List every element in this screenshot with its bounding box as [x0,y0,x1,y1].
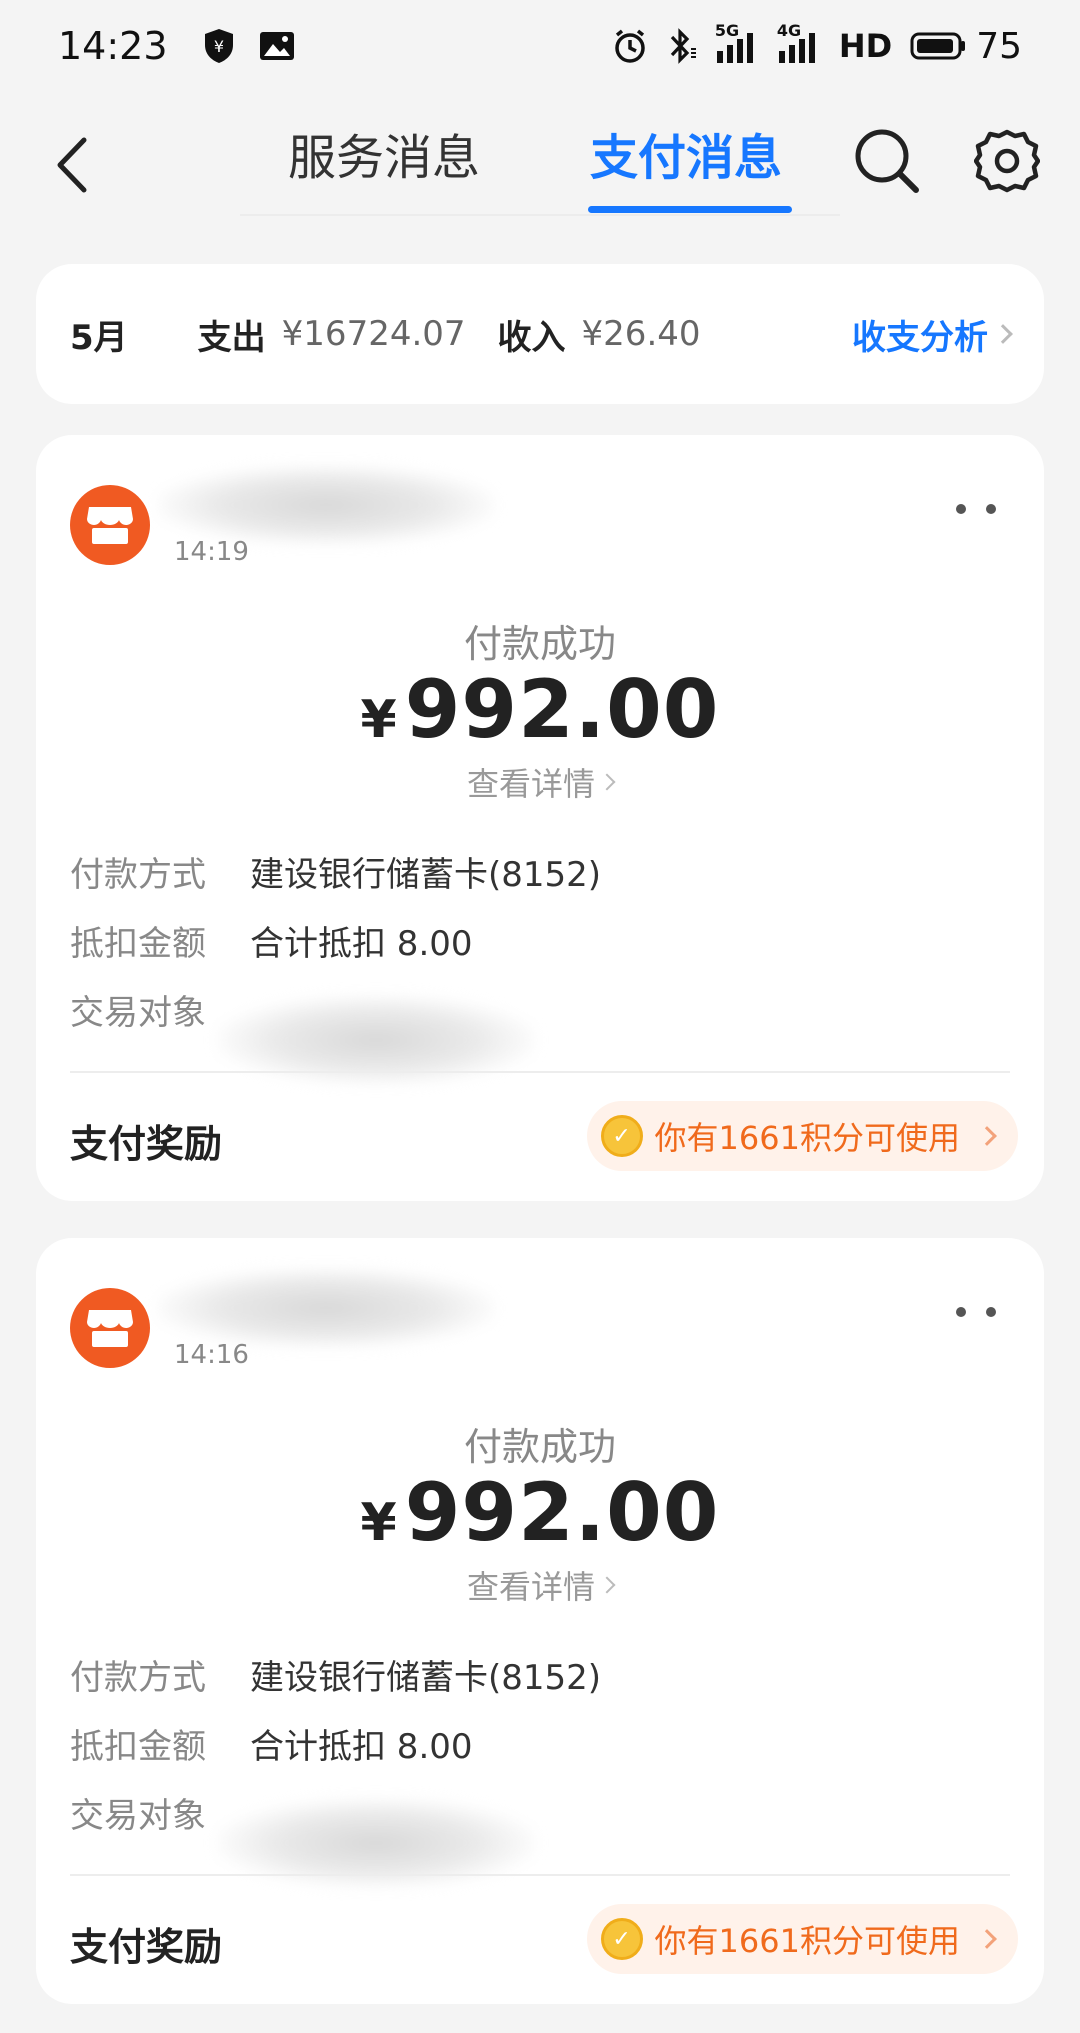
view-details-link[interactable]: 查看详情 [36,759,1044,805]
back-button[interactable] [48,130,98,200]
more-options-button[interactable] [956,499,996,519]
expense-value: ¥16724.07 [281,314,466,354]
transaction-time: 14:16 [174,1340,249,1370]
transaction-time: 14:19 [174,537,249,567]
analysis-label: 收支分析 [852,317,988,358]
row-value: 建设银行储蓄卡(8152) [250,1658,602,1698]
header: 服务消息 支付消息 [0,100,1080,220]
reward-label: 支付奖励 [70,1122,223,1166]
divider [70,1874,1010,1876]
summary-month: 5月 [70,317,128,358]
row-value: 建设银行储蓄卡(8152) [250,855,602,895]
view-details-label: 查看详情 [466,1568,595,1606]
transaction-card[interactable]: 14:16 付款成功 ¥ 992.00 查看详情 付款方式 建设银行储蓄卡(81… [36,1238,1044,2004]
payment-method-row: 付款方式 建设银行储蓄卡(8152) [70,1650,601,1699]
view-details-label: 查看详情 [466,765,595,803]
chevron-right-icon [977,1126,997,1146]
store-icon [70,1288,150,1368]
status-right-icons: 5G 4G HD 75 [611,21,1022,67]
row-key: 抵扣金额 [70,924,206,964]
payment-status: 付款成功 [463,622,616,666]
battery-indicator: 75 [910,26,1022,67]
chevron-right-icon [598,773,616,791]
store-icon [70,485,150,565]
chevron-right-icon [993,324,1013,344]
dot-icon [986,504,996,514]
divider [70,1071,1010,1073]
signal-4g-icon: 4G [777,21,821,65]
tab-payment-messages[interactable]: 支付消息 [590,118,782,188]
reward-text: 你有1661积分可使用 [654,1119,960,1157]
coin-icon: ✓ [600,1115,643,1157]
reward-label: 支付奖励 [70,1925,223,1969]
search-icon [855,129,919,193]
view-details-link[interactable]: 查看详情 [36,1562,1044,1608]
hd-label: HD [838,27,893,65]
bluetooth-icon [667,27,697,65]
payment-amount: ¥ 992.00 [36,663,1044,756]
payment-amount: ¥ 992.00 [36,1466,1044,1559]
status-bar: 14:23 ¥ 5G 4G HD 75 [0,0,1080,92]
shield-yuan-icon: ¥ [202,27,236,65]
merchant-name-redacted [156,465,496,545]
payment-status: 付款成功 [463,1425,616,1469]
currency-symbol: ¥ [360,690,397,750]
monthly-summary-card: 5月 支出 ¥16724.07 收入 ¥26.40 收支分析 [36,264,1044,404]
transaction-card[interactable]: 14:19 付款成功 ¥ 992.00 查看详情 付款方式 建设银行储蓄卡(81… [36,435,1044,1201]
reward-points-button[interactable]: ✓ 你有1661积分可使用 [586,1101,1018,1171]
payment-method-row: 付款方式 建设银行储蓄卡(8152) [70,847,601,896]
reward-points-button[interactable]: ✓ 你有1661积分可使用 [586,1904,1018,1974]
dot-icon [956,1307,966,1317]
status-left-icons: ¥ [202,27,296,65]
more-options-button[interactable] [956,1302,996,1322]
reward-text: 你有1661积分可使用 [654,1922,960,1960]
svg-text:¥: ¥ [213,37,223,56]
income-label: 收入 [497,317,566,358]
row-value: 合计抵扣 8.00 [250,1727,473,1767]
alarm-icon [611,27,649,65]
tab-active-indicator [588,206,792,213]
battery-level: 75 [976,25,1022,67]
gear-icon [973,129,1041,193]
chevron-right-icon [977,1929,997,1949]
deduction-row: 抵扣金额 合计抵扣 8.00 [70,916,473,965]
signal-5g-icon: 5G [715,21,759,65]
income-value: ¥26.40 [581,314,701,354]
image-icon [258,27,296,65]
amount-value: 992.00 [404,1466,720,1559]
row-key: 付款方式 [70,855,206,895]
row-value: 合计抵扣 8.00 [250,924,473,964]
row-key: 付款方式 [70,1658,206,1698]
chevron-right-icon [598,1576,616,1594]
tab-divider [240,214,840,216]
status-time: 14:23 [58,24,168,68]
expense-label: 支出 [197,317,266,358]
coin-icon: ✓ [600,1918,643,1960]
dot-icon [986,1307,996,1317]
merchant-name-redacted [156,1268,496,1348]
settings-button[interactable] [973,128,1041,194]
income-expense-analysis-link[interactable]: 收支分析 [852,310,1013,359]
deduction-row: 抵扣金额 合计抵扣 8.00 [70,1719,473,1768]
dot-icon [956,504,966,514]
battery-icon [910,31,966,61]
row-key: 抵扣金额 [70,1727,206,1767]
tab-service-messages[interactable]: 服务消息 [288,118,480,188]
chevron-left-icon [57,137,87,193]
search-button[interactable] [852,126,922,196]
currency-symbol: ¥ [360,1493,397,1553]
amount-value: 992.00 [404,663,720,756]
